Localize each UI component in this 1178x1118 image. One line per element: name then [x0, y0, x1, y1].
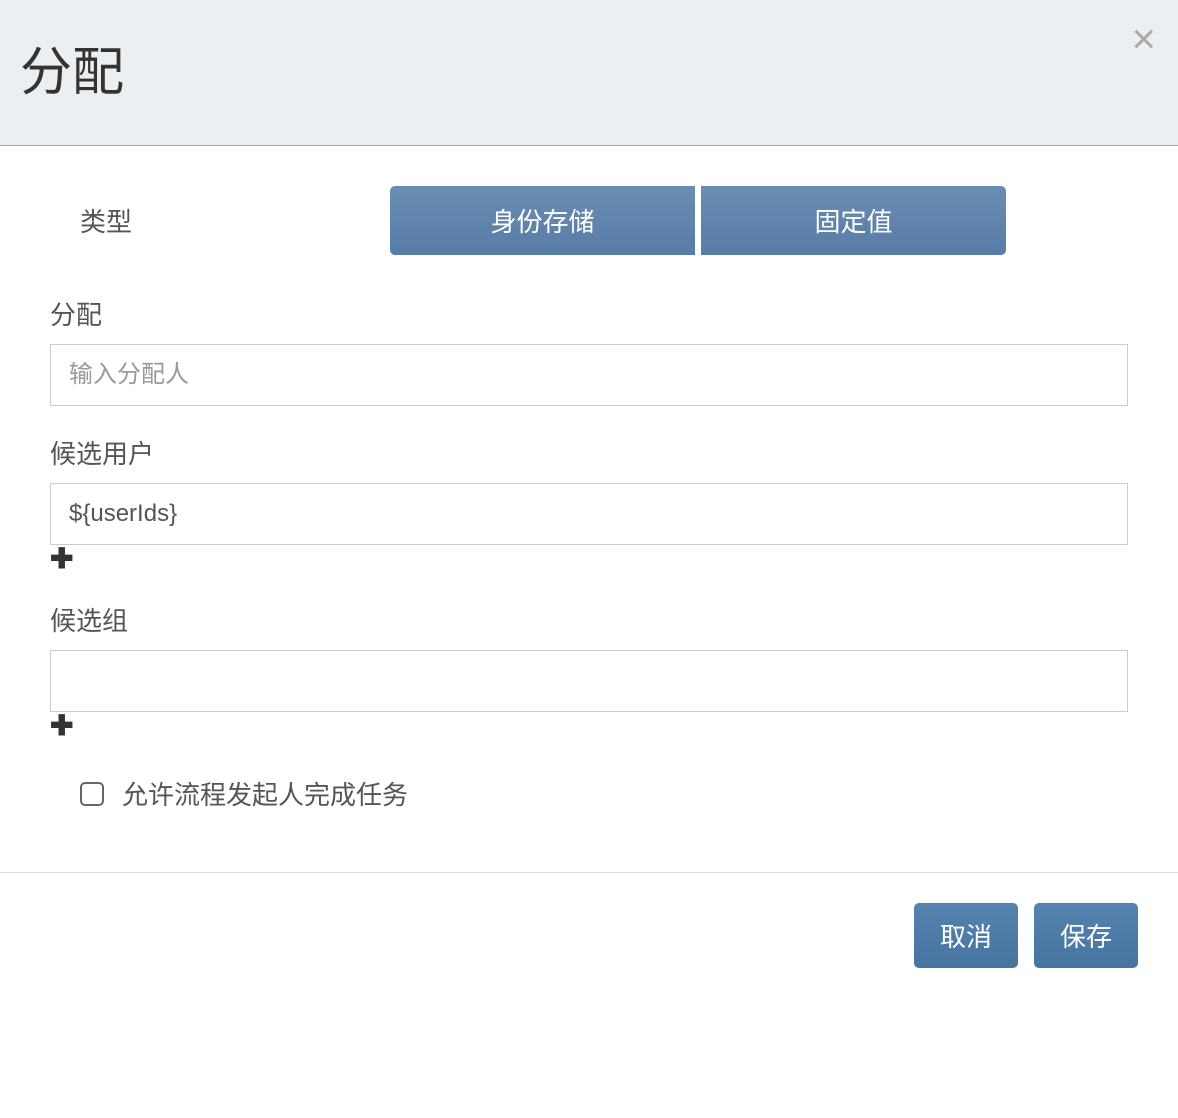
add-candidate-user-icon[interactable]: ✚	[50, 545, 73, 573]
allow-initiator-label: 允许流程发起人完成任务	[122, 775, 408, 812]
cancel-button[interactable]: 取消	[914, 903, 1018, 968]
modal-footer: 取消 保存	[0, 872, 1178, 998]
type-label: 类型	[50, 202, 390, 239]
allow-initiator-checkbox[interactable]	[80, 782, 104, 806]
candidate-groups-label: 候选组	[50, 601, 1128, 638]
candidate-users-input[interactable]	[50, 483, 1128, 545]
modal-title: 分配	[20, 30, 1158, 105]
save-button[interactable]: 保存	[1034, 903, 1138, 968]
type-option-fixed-value[interactable]: 固定值	[701, 186, 1006, 255]
type-row: 类型 身份存储 固定值	[50, 186, 1128, 255]
candidate-users-label: 候选用户	[50, 434, 1128, 471]
close-icon[interactable]: ×	[1131, 18, 1156, 60]
assignee-input[interactable]	[50, 344, 1128, 406]
candidate-users-row: 候选用户 ✚	[50, 434, 1128, 573]
modal-header: 分配 ×	[0, 0, 1178, 146]
candidate-groups-row: 候选组 ✚	[50, 601, 1128, 740]
assignee-label: 分配	[50, 295, 1128, 332]
type-toggle-group: 身份存储 固定值	[390, 186, 1006, 255]
allow-initiator-row: 允许流程发起人完成任务	[50, 775, 1128, 812]
candidate-groups-input[interactable]	[50, 650, 1128, 712]
assignment-modal: 分配 × 类型 身份存储 固定值 分配 候选用户 ✚ 候选组 ✚ 允许流程发起	[0, 0, 1178, 998]
assignee-row: 分配	[50, 295, 1128, 406]
add-candidate-group-icon[interactable]: ✚	[50, 712, 73, 740]
type-option-identity-store[interactable]: 身份存储	[390, 186, 695, 255]
modal-body: 类型 身份存储 固定值 分配 候选用户 ✚ 候选组 ✚ 允许流程发起人完成任务	[0, 146, 1178, 872]
